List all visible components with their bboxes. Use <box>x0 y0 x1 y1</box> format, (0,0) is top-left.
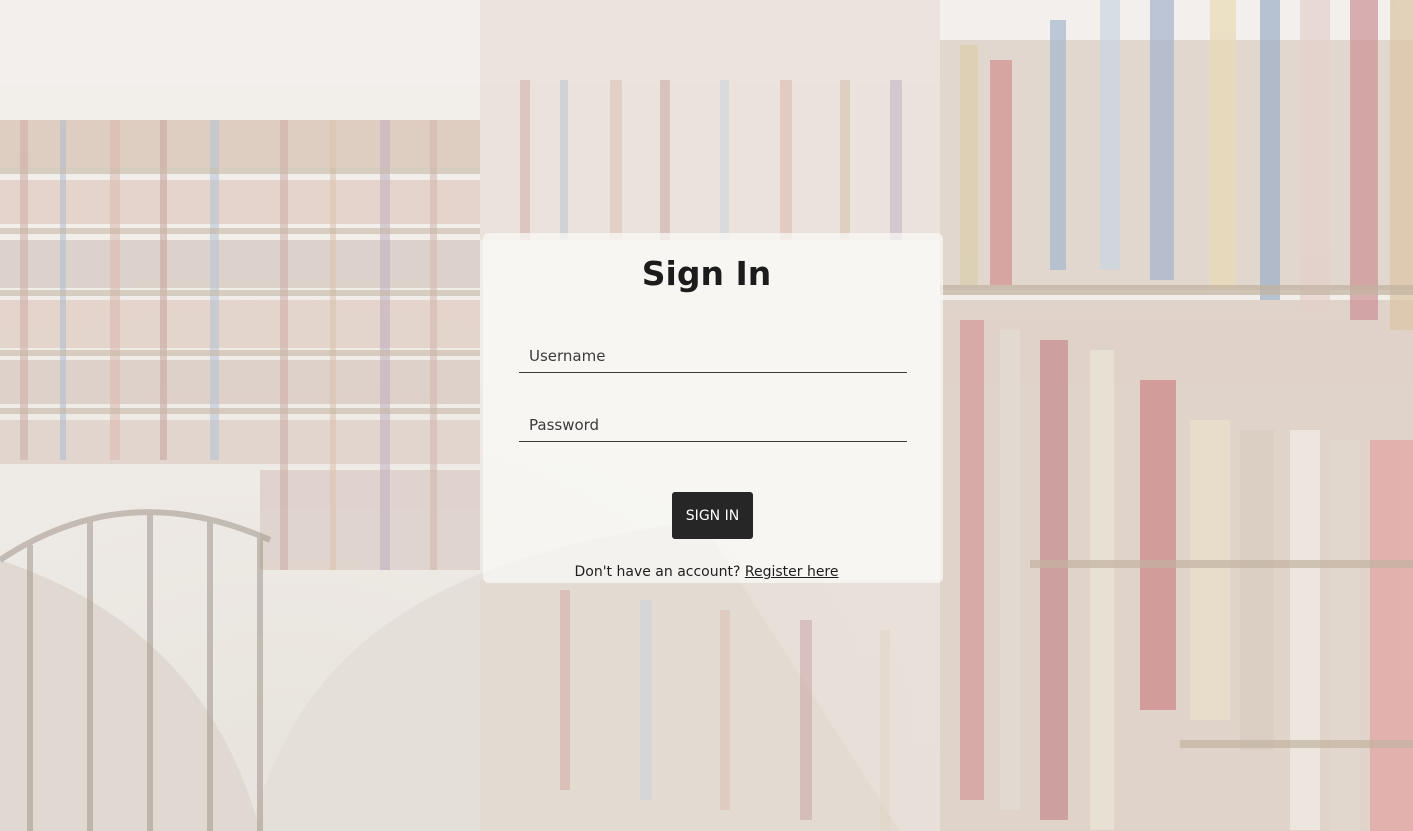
register-prompt-text: Don't have an account? <box>574 564 741 580</box>
password-input[interactable] <box>519 408 907 442</box>
signin-button[interactable]: SIGN IN <box>672 492 753 539</box>
register-link[interactable]: Register here <box>745 564 839 580</box>
username-input[interactable] <box>519 339 907 373</box>
register-prompt: Don't have an account? Register here <box>0 563 1413 581</box>
page-title: Sign In <box>641 254 772 293</box>
